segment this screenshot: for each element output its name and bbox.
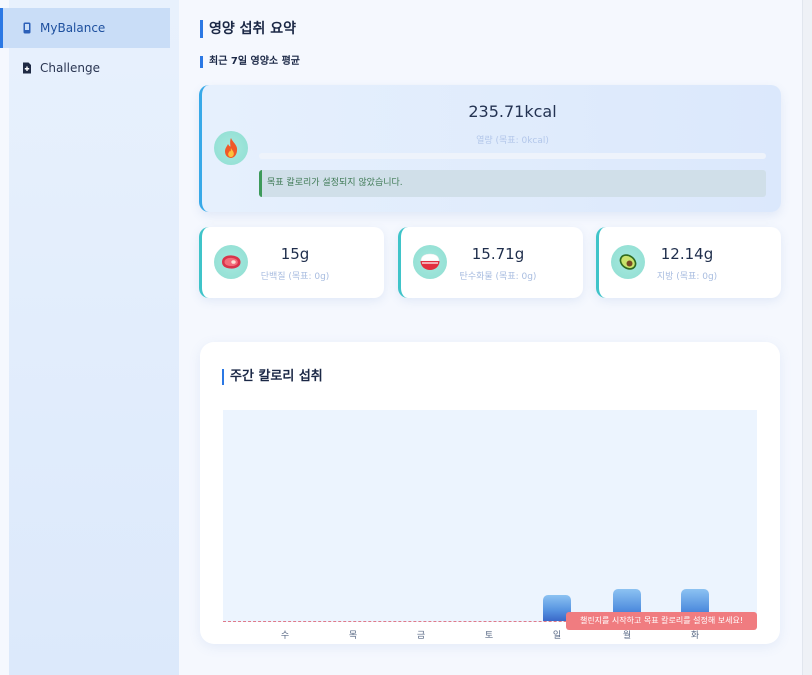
x-tick-label: 목 [348, 631, 358, 641]
calorie-alert: 목표 칼로리가 설정되지 않았습니다. [259, 170, 766, 197]
page-title: 영양 섭취 요약 [200, 20, 296, 38]
carbs-value: 15.71g [471, 245, 525, 263]
sidebar-item-mybalance[interactable]: MyBalance [0, 8, 170, 48]
chart-plot-area [223, 410, 757, 622]
meat-icon [214, 245, 248, 279]
fat-value: 12.14g [660, 245, 714, 263]
section-subtitle: 최근 7일 영양소 평균 [200, 56, 300, 68]
x-tick-label: 수 [280, 631, 290, 641]
calorie-target-label: 열량 (목표: 0kcal) [476, 136, 549, 146]
x-tick-label: 일 [552, 631, 562, 641]
x-tick-label: 금 [416, 631, 426, 641]
sidebar-item-label: Challenge [40, 61, 100, 75]
sidebar [9, 0, 179, 675]
sidebar-item-label: MyBalance [40, 21, 106, 35]
protein-value: 15g [280, 245, 310, 263]
fat-label: 지방 (목표: 0g) [656, 272, 718, 282]
weekly-chart-title: 주간 칼로리 섭취 [222, 369, 323, 385]
challenge-toast[interactable]: 챌린지를 시작하고 목표 칼로리를 설정해 보세요! [566, 612, 757, 630]
sidebar-item-challenge[interactable]: Challenge [0, 48, 170, 88]
calorie-value: 235.71kcal [468, 102, 557, 121]
calorie-progress-bar [259, 153, 766, 159]
scrollbar[interactable] [802, 0, 812, 675]
file-plus-icon [23, 62, 31, 74]
fire-icon [214, 131, 248, 165]
x-tick-label: 토 [484, 631, 494, 641]
carbs-label: 탄수화물 (목표: 0g) [459, 272, 537, 282]
protein-label: 단백질 (목표: 0g) [260, 272, 330, 282]
mobile-icon [23, 22, 31, 34]
